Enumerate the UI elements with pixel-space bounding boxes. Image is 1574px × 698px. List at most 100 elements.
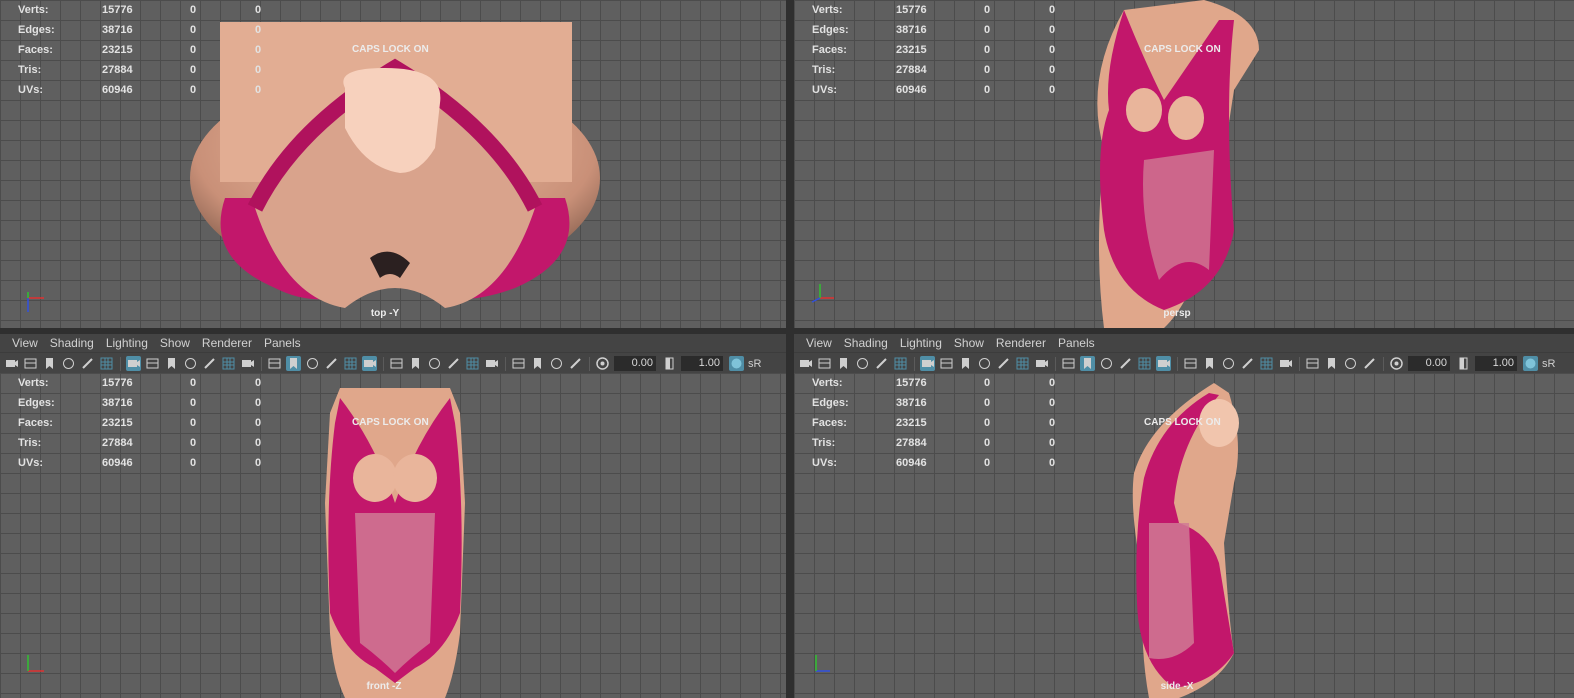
hud-value: 0: [255, 84, 262, 96]
gamma-icon[interactable]: [662, 356, 677, 371]
menu-panels[interactable]: Panels: [261, 336, 304, 350]
menu-lighting[interactable]: Lighting: [897, 336, 945, 350]
color-management-icon[interactable]: [729, 356, 744, 371]
screen-space-ao-icon[interactable]: [427, 356, 442, 371]
gamma-field[interactable]: 1.00: [681, 356, 723, 371]
smooth-shade-icon[interactable]: [1080, 356, 1095, 371]
hud-value: 0: [984, 4, 991, 16]
menu-view[interactable]: View: [803, 336, 835, 350]
2d-pan-zoom-icon[interactable]: [874, 356, 889, 371]
wireframe-icon[interactable]: [267, 356, 282, 371]
2d-pan-zoom-icon[interactable]: [80, 356, 95, 371]
use-default-material-icon[interactable]: [1099, 356, 1114, 371]
menu-view[interactable]: View: [9, 336, 41, 350]
safe-title-icon[interactable]: [240, 356, 255, 371]
use-default-material-icon[interactable]: [305, 356, 320, 371]
color-space-label[interactable]: sR: [748, 358, 761, 370]
hud-value: 0: [1049, 4, 1056, 16]
grease-pencil-icon[interactable]: [99, 356, 114, 371]
wireframe-on-shaded-icon[interactable]: [324, 356, 339, 371]
panel-toolbar: 0.00 1.00 sR: [794, 352, 1574, 374]
isolate-select-icon[interactable]: [511, 356, 526, 371]
hud-row: Verts: 15776 0 0: [794, 0, 1074, 20]
safe-action-icon[interactable]: [1015, 356, 1030, 371]
xray-joints-icon[interactable]: [1324, 356, 1339, 371]
exposure-icon[interactable]: [595, 356, 610, 371]
depth-of-field-icon[interactable]: [1278, 356, 1293, 371]
gate-mask-icon[interactable]: [183, 356, 198, 371]
image-plane-icon[interactable]: [61, 356, 76, 371]
textured-icon[interactable]: [362, 356, 377, 371]
motion-blur-icon[interactable]: [1240, 356, 1255, 371]
bookmark-icon[interactable]: [42, 356, 57, 371]
vertical-splitter[interactable]: [786, 0, 794, 698]
safe-title-icon[interactable]: [1034, 356, 1049, 371]
menu-renderer[interactable]: Renderer: [993, 336, 1049, 350]
menu-panels[interactable]: Panels: [1055, 336, 1098, 350]
field-chart-icon[interactable]: [202, 356, 217, 371]
grid-icon[interactable]: [920, 356, 935, 371]
menu-renderer[interactable]: Renderer: [199, 336, 255, 350]
grid-icon[interactable]: [126, 356, 141, 371]
gamma-field[interactable]: 1.00: [1475, 356, 1517, 371]
camera-attributes-icon[interactable]: [23, 356, 38, 371]
camera-attributes-icon[interactable]: [817, 356, 832, 371]
resolution-gate-icon[interactable]: [164, 356, 179, 371]
toolbar-separator: [1383, 356, 1384, 371]
exposure-field[interactable]: 0.00: [614, 356, 656, 371]
smooth-shade-icon[interactable]: [286, 356, 301, 371]
safe-action-icon[interactable]: [221, 356, 236, 371]
field-chart-icon[interactable]: [996, 356, 1011, 371]
xray-icon[interactable]: [343, 356, 358, 371]
menu-show[interactable]: Show: [951, 336, 987, 350]
menu-show[interactable]: Show: [157, 336, 193, 350]
bookmark-icon[interactable]: [836, 356, 851, 371]
hud-row: Edges: 38716 0 0: [0, 20, 280, 40]
multisample-aa-icon[interactable]: [465, 356, 480, 371]
hud-poly-count: Verts: 15776 0 0 Edges: 38716 0 0 Faces: 23215 0 0 T…: [794, 0, 1074, 100]
camera-icon[interactable]: [798, 356, 813, 371]
use-all-lights-icon[interactable]: [389, 356, 404, 371]
model-front-view[interactable]: [315, 383, 475, 698]
menu-lighting[interactable]: Lighting: [103, 336, 151, 350]
screen-space-ao-icon[interactable]: [1221, 356, 1236, 371]
axis-gizmo-icon: [811, 284, 834, 303]
wireframe-icon[interactable]: [1061, 356, 1076, 371]
color-management-icon[interactable]: [1523, 356, 1538, 371]
exposure-field[interactable]: 0.00: [1408, 356, 1450, 371]
viewport-persp[interactable]: Verts: 15776 0 0 Edges: 38716 0 0 Faces: 23215 0 0 T…: [794, 0, 1574, 328]
backface-culling-icon[interactable]: [1362, 356, 1377, 371]
viewport-side[interactable]: Verts: 15776 0 0 Edges: 38716 0 0 Faces: 23215 0 0 T…: [794, 373, 1574, 698]
color-space-label[interactable]: sR: [1542, 358, 1555, 370]
exposure-icon[interactable]: [1389, 356, 1404, 371]
xray-active-components-icon[interactable]: [1343, 356, 1358, 371]
use-all-lights-icon[interactable]: [1183, 356, 1198, 371]
depth-of-field-icon[interactable]: [484, 356, 499, 371]
viewport-front[interactable]: Verts: 15776 0 0 Edges: 38716 0 0 Faces: 23215 0 0 T…: [0, 373, 786, 698]
model-side-view[interactable]: [1119, 383, 1249, 698]
viewport-top[interactable]: Verts: 15776 0 0 Edges: 38716 0 0 Faces: 23215 0 0 T…: [0, 0, 786, 328]
textured-icon[interactable]: [1156, 356, 1171, 371]
film-gate-icon[interactable]: [145, 356, 160, 371]
gate-mask-icon[interactable]: [977, 356, 992, 371]
xray-active-components-icon[interactable]: [549, 356, 564, 371]
camera-icon[interactable]: [4, 356, 19, 371]
shadows-icon[interactable]: [1202, 356, 1217, 371]
menu-shading[interactable]: Shading: [47, 336, 97, 350]
grease-pencil-icon[interactable]: [893, 356, 908, 371]
hud-value: 0: [190, 64, 197, 76]
backface-culling-icon[interactable]: [568, 356, 583, 371]
gamma-icon[interactable]: [1456, 356, 1471, 371]
resolution-gate-icon[interactable]: [958, 356, 973, 371]
multisample-aa-icon[interactable]: [1259, 356, 1274, 371]
image-plane-icon[interactable]: [855, 356, 870, 371]
xray-icon[interactable]: [1137, 356, 1152, 371]
wireframe-on-shaded-icon[interactable]: [1118, 356, 1133, 371]
horizontal-splitter[interactable]: [0, 328, 1574, 334]
motion-blur-icon[interactable]: [446, 356, 461, 371]
film-gate-icon[interactable]: [939, 356, 954, 371]
isolate-select-icon[interactable]: [1305, 356, 1320, 371]
xray-joints-icon[interactable]: [530, 356, 545, 371]
shadows-icon[interactable]: [408, 356, 423, 371]
menu-shading[interactable]: Shading: [841, 336, 891, 350]
